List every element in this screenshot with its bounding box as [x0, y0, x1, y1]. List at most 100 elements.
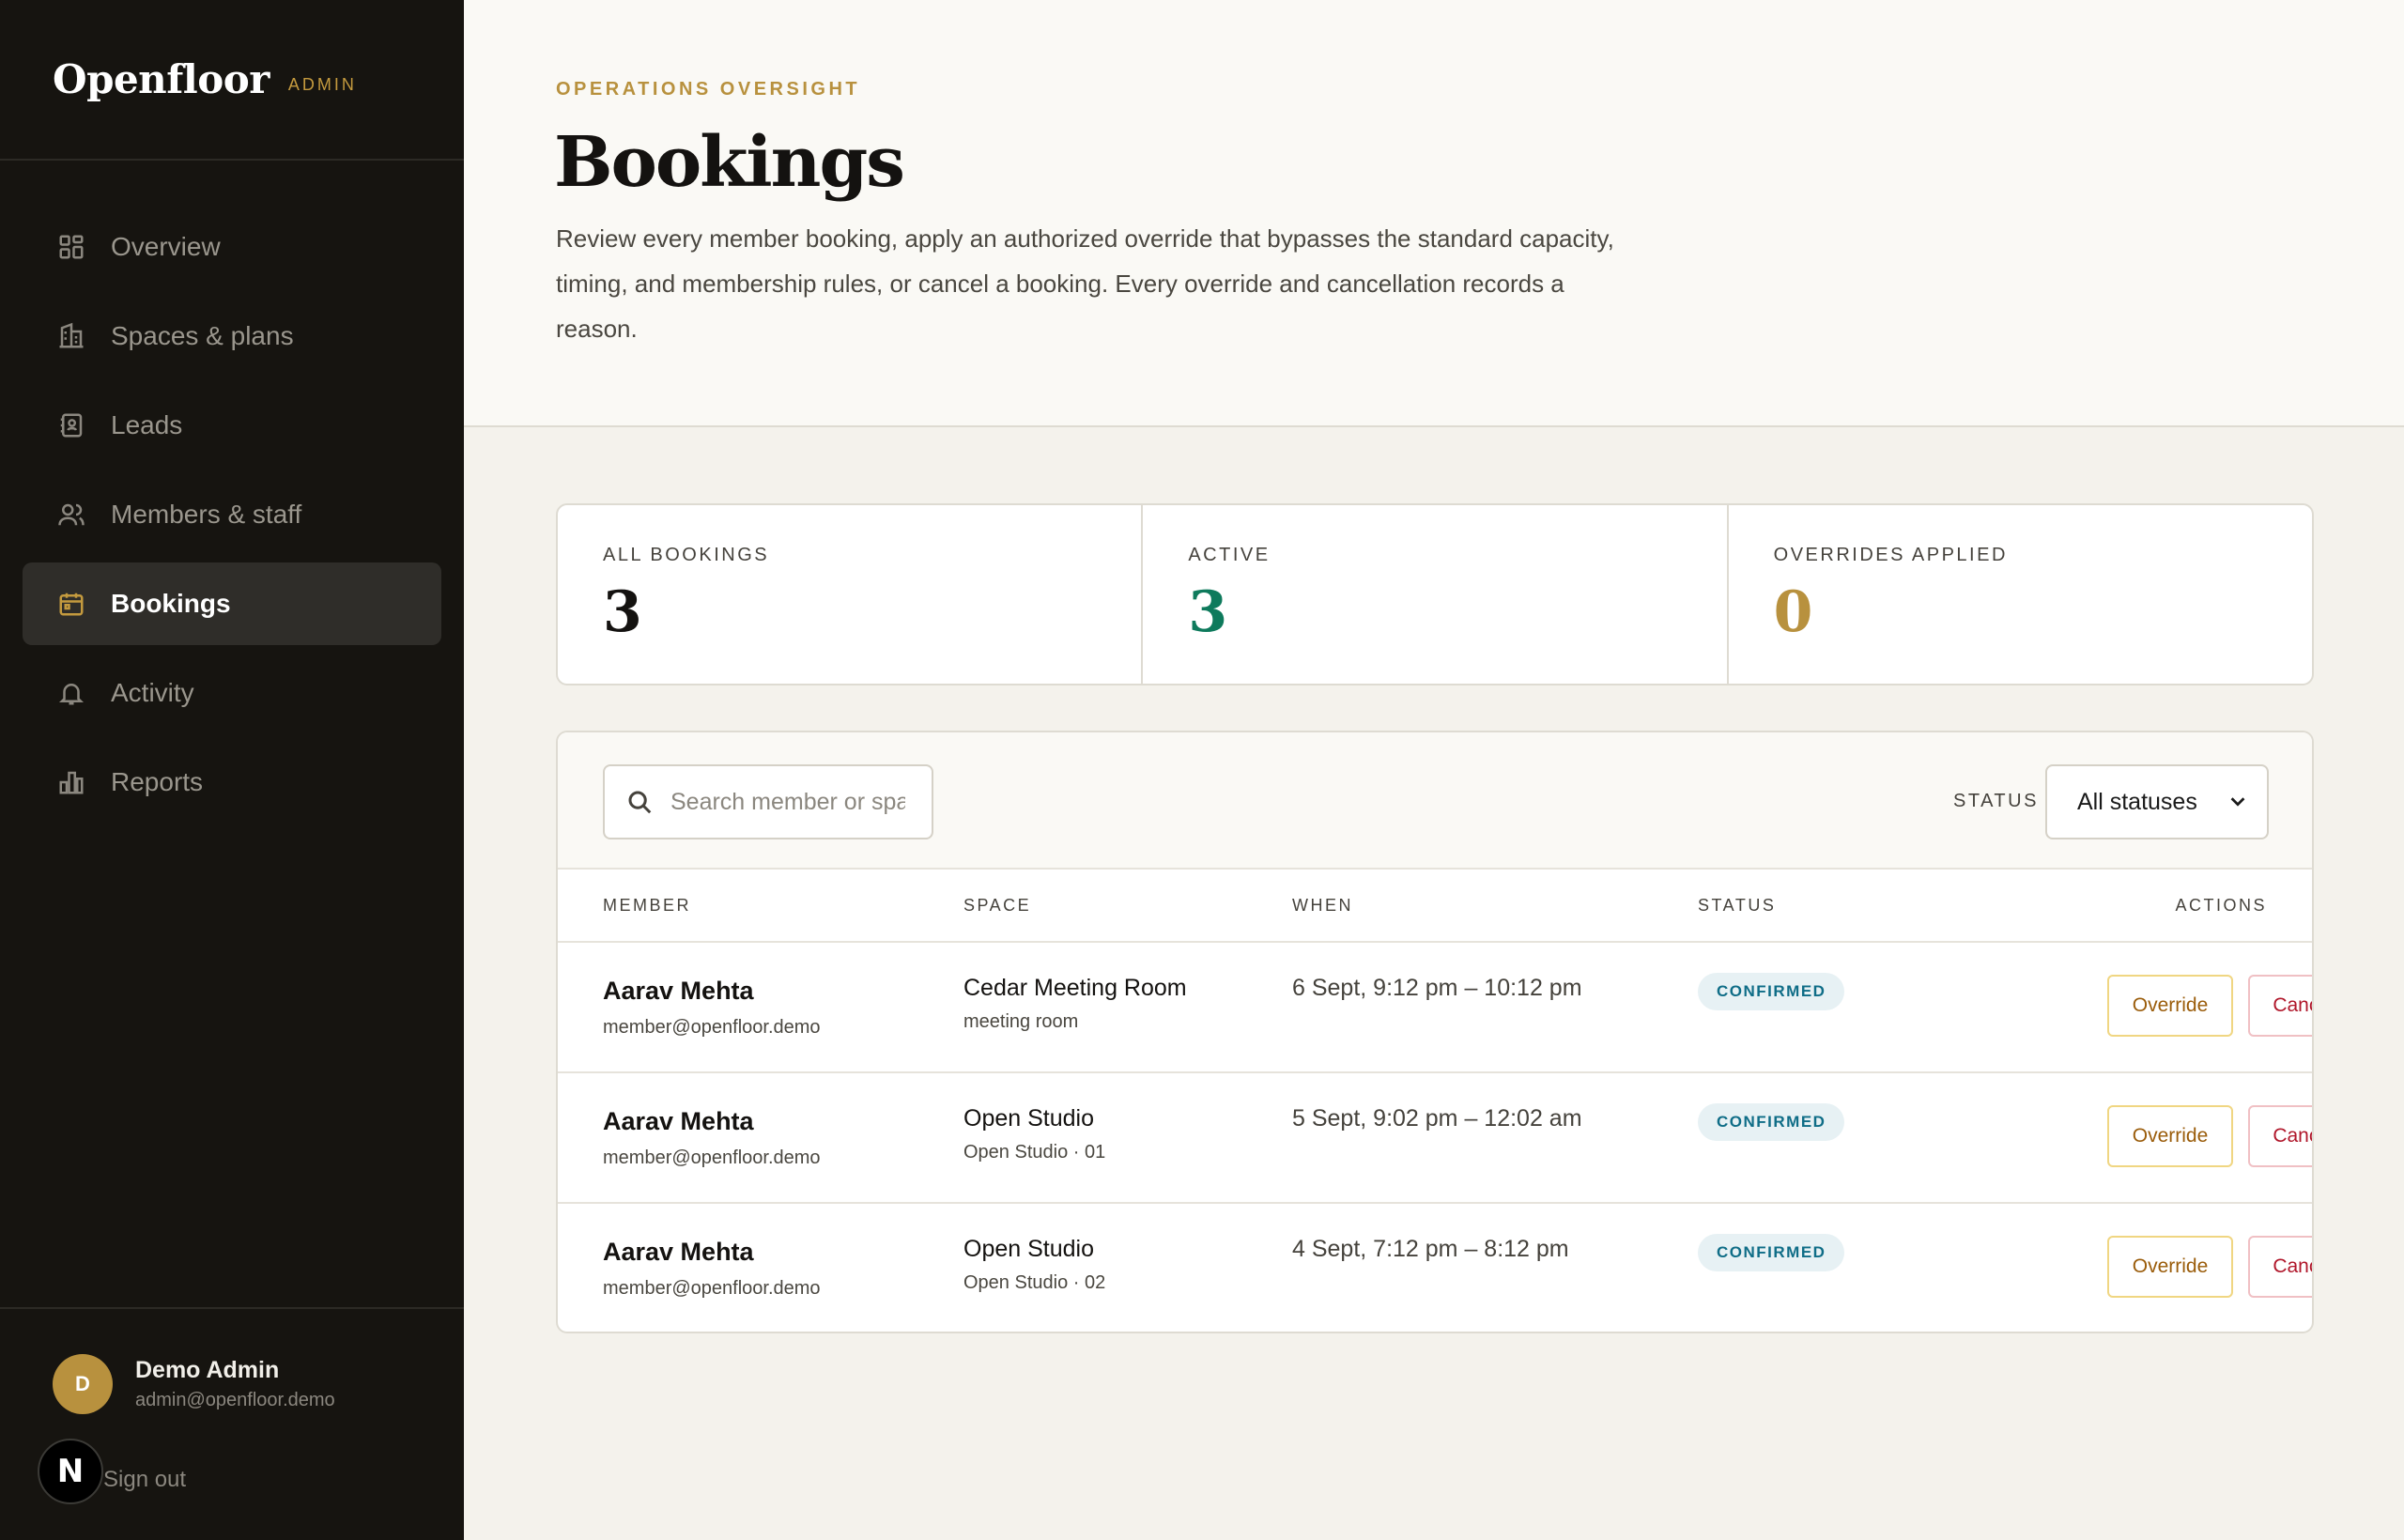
- avatar: D: [53, 1354, 113, 1414]
- status-cell: CONFIRMED: [1698, 1103, 1845, 1141]
- calendar-icon: [56, 589, 86, 619]
- sidebar-item-label: Members & staff: [111, 500, 302, 529]
- table-row: Aarav Mehta member@openfloor.demo Cedar …: [558, 943, 2312, 1073]
- search-box[interactable]: [603, 764, 933, 839]
- stats-panel: ALL BOOKINGS 3 ACTIVE 3 OVERRIDES APPLIE…: [556, 503, 2314, 685]
- sidebar-item-label: Spaces & plans: [111, 321, 294, 350]
- chevron-down-icon: [2227, 791, 2248, 811]
- sidebar-item-bookings[interactable]: Bookings: [23, 562, 441, 645]
- sidebar-item-members[interactable]: Members & staff: [23, 473, 441, 556]
- sidebar-item-label: Bookings: [111, 589, 231, 618]
- status-filter-value: All statuses: [2077, 788, 2197, 815]
- bell-icon: [56, 678, 86, 708]
- page-header: OPERATIONS OVERSIGHT Bookings Review eve…: [464, 0, 2404, 427]
- column-status: STATUS: [1698, 896, 1777, 915]
- stat-value: 0: [1773, 579, 1813, 645]
- stat-overrides: OVERRIDES APPLIED 0: [1729, 505, 2312, 684]
- cancel-button[interactable]: Cancel: [2248, 1105, 2312, 1167]
- main-content: OPERATIONS OVERSIGHT Bookings Review eve…: [464, 0, 2404, 1540]
- users-icon: [56, 500, 86, 530]
- cancel-button[interactable]: Cancel: [2248, 975, 2312, 1037]
- building-icon: [56, 321, 86, 351]
- search-icon: [628, 791, 652, 814]
- next-dev-badge[interactable]: N: [38, 1439, 103, 1504]
- member-email: member@openfloor.demo: [603, 1017, 821, 1038]
- stat-label: ALL BOOKINGS: [603, 545, 770, 565]
- space-cell: Open Studio Open Studio · 01: [963, 1105, 1105, 1163]
- user-email: admin@openfloor.demo: [135, 1390, 335, 1410]
- page-eyebrow: OPERATIONS OVERSIGHT: [556, 79, 861, 100]
- member-cell: Aarav Mehta member@openfloor.demo: [603, 977, 821, 1039]
- column-member: MEMBER: [603, 896, 692, 915]
- status-cell: CONFIRMED: [1698, 1234, 1845, 1271]
- table-row: Aarav Mehta member@openfloor.demo Open S…: [558, 1073, 2312, 1204]
- member-email: member@openfloor.demo: [603, 1278, 821, 1299]
- member-name: Aarav Mehta: [603, 1238, 754, 1266]
- member-cell: Aarav Mehta member@openfloor.demo: [603, 1238, 821, 1300]
- space-cell: Open Studio Open Studio · 02: [963, 1236, 1105, 1294]
- column-when: WHEN: [1292, 896, 1353, 915]
- booking-time: 6 Sept, 9:12 pm – 10:12 pm: [1292, 975, 1582, 1001]
- space-name: Open Studio: [963, 1105, 1094, 1132]
- contact-card-icon: [56, 410, 86, 440]
- grid-icon: [56, 232, 86, 262]
- space-detail: Open Studio · 01: [963, 1142, 1106, 1163]
- status-filter-select[interactable]: All statuses: [2045, 764, 2269, 839]
- table-toolbar: STATUS All statuses: [558, 732, 2312, 870]
- brand: Openfloor ADMIN: [0, 0, 464, 161]
- sidebar-item-overview[interactable]: Overview: [23, 206, 441, 288]
- user-meta: Demo Admin admin@openfloor.demo: [135, 1357, 335, 1411]
- sidebar-item-spaces[interactable]: Spaces & plans: [23, 295, 441, 377]
- stat-label: OVERRIDES APPLIED: [1773, 545, 2008, 565]
- sidebar-nav: Overview Spaces & plans Leads Members & …: [0, 161, 464, 824]
- search-input[interactable]: [670, 788, 905, 816]
- brand-tag: ADMIN: [287, 75, 357, 94]
- member-name: Aarav Mehta: [603, 1107, 754, 1135]
- space-name: Cedar Meeting Room: [963, 975, 1187, 1001]
- override-button[interactable]: Override: [2107, 1105, 2233, 1167]
- sidebar-item-leads[interactable]: Leads: [23, 384, 441, 467]
- status-filter-label: STATUS: [1953, 791, 2039, 811]
- table-header: MEMBER SPACE WHEN STATUS ACTIONS: [558, 870, 2312, 943]
- member-cell: Aarav Mehta member@openfloor.demo: [603, 1107, 821, 1169]
- user-name: Demo Admin: [135, 1357, 280, 1383]
- sidebar: Openfloor ADMIN Overview Spaces & plans …: [0, 0, 464, 1540]
- table-row: Aarav Mehta member@openfloor.demo Open S…: [558, 1204, 2312, 1332]
- sidebar-item-activity[interactable]: Activity: [23, 652, 441, 734]
- bookings-table-card: STATUS All statuses MEMBER SPACE WHEN ST…: [556, 731, 2314, 1333]
- column-actions: ACTIONS: [2175, 896, 2267, 915]
- space-detail: meeting room: [963, 1011, 1079, 1032]
- page-description: Review every member booking, apply an au…: [556, 224, 1614, 343]
- stat-active: ACTIVE 3: [1143, 505, 1729, 684]
- status-badge: CONFIRMED: [1698, 1103, 1845, 1141]
- status-badge: CONFIRMED: [1698, 1234, 1845, 1271]
- status-cell: CONFIRMED: [1698, 973, 1845, 1010]
- member-email: member@openfloor.demo: [603, 1147, 821, 1168]
- column-space: SPACE: [963, 896, 1032, 915]
- user-profile[interactable]: D Demo Admin admin@openfloor.demo: [53, 1354, 335, 1414]
- booking-time: 5 Sept, 9:02 pm – 12:02 am: [1292, 1105, 1582, 1132]
- brand-logo[interactable]: Openfloor: [53, 56, 270, 102]
- sidebar-item-label: Leads: [111, 410, 183, 439]
- override-button[interactable]: Override: [2107, 1236, 2233, 1298]
- sign-out-link[interactable]: Sign out: [103, 1467, 186, 1493]
- sidebar-item-reports[interactable]: Reports: [23, 741, 441, 824]
- space-cell: Cedar Meeting Room meeting room: [963, 975, 1187, 1033]
- sidebar-item-label: Reports: [111, 767, 204, 796]
- stat-value: 3: [1188, 579, 1228, 645]
- cancel-button[interactable]: Cancel: [2248, 1236, 2312, 1298]
- space-name: Open Studio: [963, 1236, 1094, 1262]
- override-button[interactable]: Override: [2107, 975, 2233, 1037]
- stat-value: 3: [603, 579, 642, 645]
- space-detail: Open Studio · 02: [963, 1272, 1106, 1293]
- member-name: Aarav Mehta: [603, 977, 754, 1005]
- sidebar-item-label: Activity: [111, 678, 194, 707]
- booking-time: 4 Sept, 7:12 pm – 8:12 pm: [1292, 1236, 1569, 1262]
- sidebar-footer: D Demo Admin admin@openfloor.demo Sign o…: [0, 1307, 464, 1540]
- sidebar-item-label: Overview: [111, 232, 221, 261]
- bar-chart-icon: [56, 767, 86, 797]
- status-badge: CONFIRMED: [1698, 973, 1845, 1010]
- page-title: Bookings: [554, 122, 905, 203]
- stat-label: ACTIVE: [1188, 545, 1271, 565]
- stat-all-bookings: ALL BOOKINGS 3: [558, 505, 1144, 684]
